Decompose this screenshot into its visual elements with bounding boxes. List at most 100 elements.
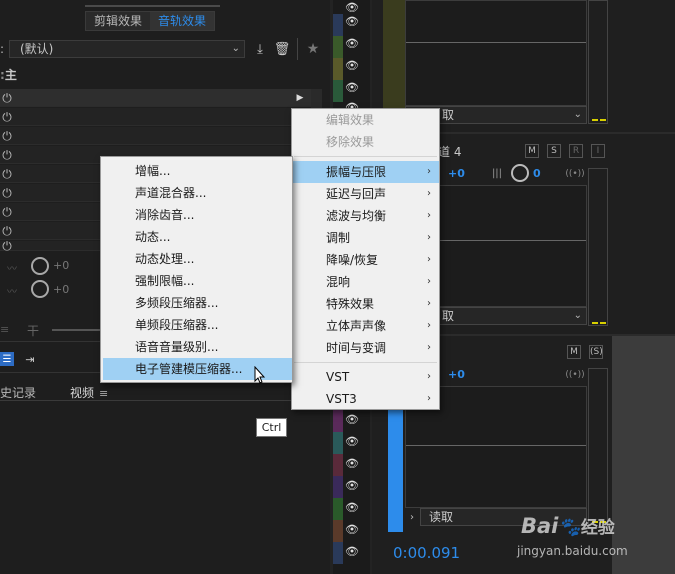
submenu-item-hard-limiter[interactable]: 强制限幅... [101,270,292,292]
menu-item-time-pitch[interactable]: 时间与变调 › [292,337,439,359]
menu-item-noise-reduction[interactable]: 降噪/恢复 › [292,249,439,271]
track-color-strip [333,410,343,432]
mute-button[interactable]: M [525,144,539,158]
submenu-item-speech-volume-leveler[interactable]: 语音音量级别... [101,336,292,358]
mute-button[interactable]: M [567,345,581,359]
eye-icon[interactable]: 👁 [343,478,361,492]
expand-chevron-icon[interactable]: › [405,508,419,526]
input-monitor-button[interactable]: I [591,144,605,158]
submenu-item-amplify[interactable]: 增幅... [101,160,292,182]
rack-slot-1[interactable] [0,89,322,107]
level-meter [588,368,608,528]
tab-clip-effects[interactable]: 剪辑效果 [86,12,150,30]
input-gain-knob[interactable] [31,257,49,275]
submenu-arrow-icon: › [427,276,431,287]
tab-video[interactable]: 视频 ≡ [70,384,108,401]
menu-item-vst[interactable]: VST › [292,366,439,388]
menu-item-special[interactable]: 特殊效果 › [292,293,439,315]
power-icon[interactable]: ⏻ [0,222,14,240]
power-icon[interactable]: ⏻ [0,239,14,253]
volume-value[interactable]: 0 [533,167,541,180]
submenu-arrow-icon: › [427,232,431,243]
record-arm-button[interactable]: R [569,144,583,158]
preset-value: (默认) [20,42,54,56]
tab-history[interactable]: 史记录 [0,384,36,401]
level-meter-marker [600,322,606,324]
submenu-item-deesser[interactable]: 消除齿音... [101,204,292,226]
insert-icon[interactable]: ⇥ [21,352,39,366]
power-icon[interactable]: ⏻ [0,184,14,202]
track-graph [405,0,587,106]
submenu-item-channel-mixer[interactable]: 声道混合器... [101,182,292,204]
power-icon[interactable]: ⏻ [0,89,14,107]
menu-separator [294,156,437,157]
track-color-strip [333,14,343,36]
stereo-icon: ((•)) [565,169,585,179]
submenu-arrow-icon: › [427,320,431,331]
save-preset-icon[interactable]: ⤓ [251,41,269,57]
eye-icon[interactable]: 👁 [343,14,361,28]
solo-button[interactable]: (S) [589,345,603,359]
preset-dropdown[interactable]: (默认) ⌄ [9,40,245,58]
power-icon[interactable]: ⏻ [0,108,14,126]
submenu-arrow-icon: › [427,254,431,265]
menu-item-stereo-imagery[interactable]: 立体声声像 › [292,315,439,337]
scroll-area [612,336,675,574]
trash-icon[interactable]: 🗑 [274,41,291,57]
menu-separator [294,362,437,363]
eye-icon[interactable]: 👁 [343,0,361,14]
level-meter-marker [592,322,598,324]
submenu-arrow-icon: › [427,188,431,199]
power-icon[interactable]: ⏻ [0,127,14,145]
eye-icon[interactable]: 👁 [343,36,361,50]
pan-value[interactable]: +0 [448,368,465,381]
power-icon[interactable]: ⏻ [0,165,14,183]
eye-icon[interactable]: 👁 [343,80,361,94]
mouse-cursor-icon [254,365,266,384]
graph-line [406,445,586,446]
tab-track-effects[interactable]: 音轨效果 [150,12,215,30]
rack-title: :主 [0,68,17,82]
track-color-strip [333,58,343,80]
volume-knob[interactable] [511,164,529,182]
power-icon[interactable]: ⏻ [0,203,14,221]
amplitude-submenu: 增幅... 声道混合器... 消除齿音... 动态... 动态处理... 强制限… [100,156,293,383]
favorite-star-icon[interactable]: ★ [305,41,321,57]
menu-item-amplitude-compression[interactable]: 振幅与压限 › [292,161,439,183]
submenu-item-multiband-compressor[interactable]: 多频段压缩器... [101,292,292,314]
level-meter-marker [592,119,598,121]
output-gain-value: +0 [53,283,70,296]
power-icon[interactable]: ⏻ [0,146,14,164]
timecode: 0:00.091 [393,544,461,562]
pan-value[interactable]: +0 [448,167,465,180]
submenu-item-singleband-compressor[interactable]: 单频段压缩器... [101,314,292,336]
preset-label: : [0,42,5,56]
menu-item-edit-effect[interactable]: 编辑效果 [292,109,439,131]
menu-item-remove-effect[interactable]: 移除效果 [292,131,439,153]
list-view-icon[interactable]: ☰ [0,352,14,366]
level-meter [588,168,608,326]
rack-slot-3[interactable] [0,127,322,145]
mix-slider[interactable] [52,329,100,331]
eye-icon[interactable]: 👁 [343,500,361,514]
menu-item-vst3[interactable]: VST3 › [292,388,439,410]
eye-icon[interactable]: 👁 [343,58,361,72]
menu-item-modulation[interactable]: 调制 › [292,227,439,249]
eye-icon[interactable]: 👁 [343,434,361,448]
menu-item-delay-echo[interactable]: 延迟与回声 › [292,183,439,205]
solo-button[interactable]: S [547,144,561,158]
rack-slot-2[interactable] [0,108,322,126]
eye-icon[interactable]: 👁 [343,544,361,558]
level-meter [588,0,608,124]
eye-icon[interactable]: 👁 [343,522,361,536]
eye-icon[interactable]: 👁 [343,456,361,470]
play-arrow-icon[interactable]: ▶ [293,90,307,106]
submenu-item-dynamics-processing[interactable]: 动态处理... [101,248,292,270]
output-gain-knob[interactable] [31,280,49,298]
track-color-strip [333,80,343,102]
submenu-item-dynamics[interactable]: 动态... [101,226,292,248]
menu-item-reverb[interactable]: 混响 › [292,271,439,293]
eye-icon[interactable]: 👁 [343,412,361,426]
menu-item-filter-eq[interactable]: 滤波与均衡 › [292,205,439,227]
track-color-strip [333,476,343,498]
